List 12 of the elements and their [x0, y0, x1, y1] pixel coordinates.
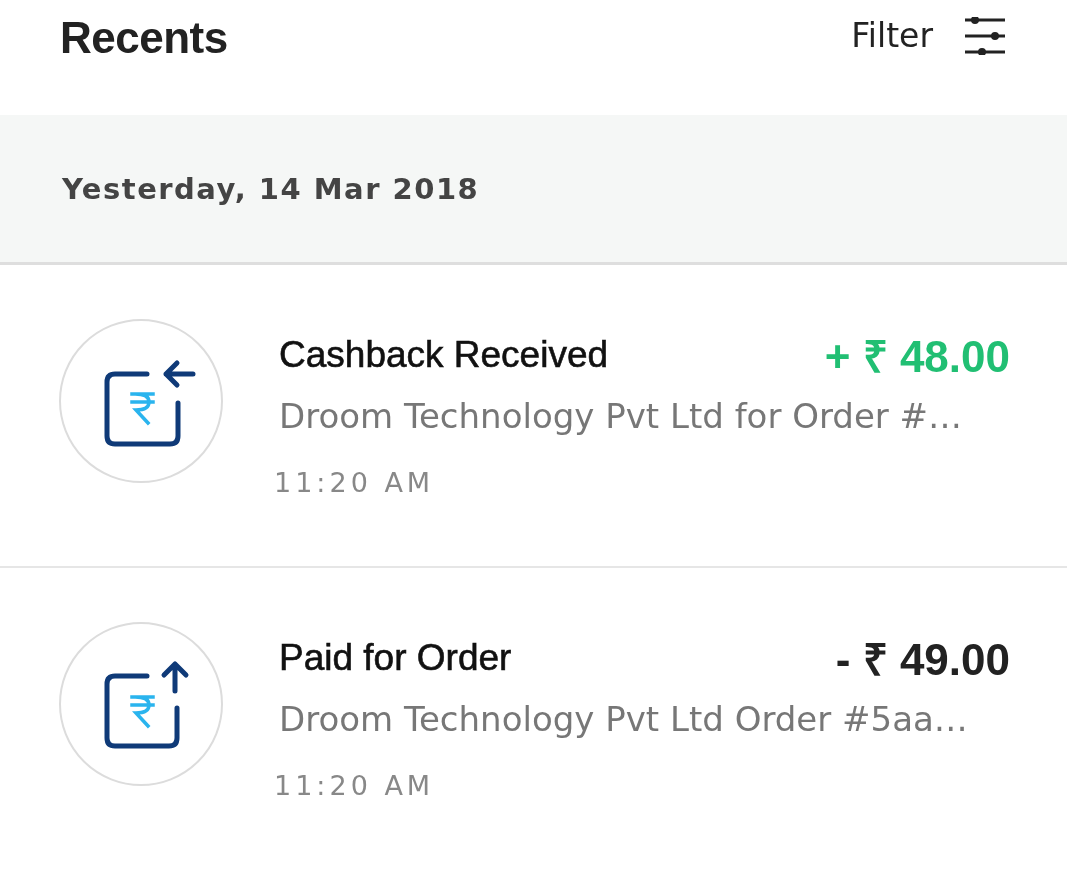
transaction-title: Cashback Received — [279, 333, 609, 377]
transaction-description: Droom Technology Pvt Ltd Order #5aa… — [279, 698, 969, 741]
transaction-description: Droom Technology Pvt Ltd for Order #… — [279, 395, 964, 438]
transaction-title: Paid for Order — [279, 636, 512, 680]
transaction-amount: - ₹ 49.00 — [835, 634, 1010, 686]
transaction-time: 11:20 AM — [274, 769, 436, 803]
filter-sliders-icon — [965, 17, 1005, 55]
transaction-time: 11:20 AM — [274, 466, 436, 500]
filter-button[interactable]: Filter — [851, 14, 1005, 58]
page-title: Recents — [60, 12, 228, 64]
date-heading: Yesterday, 14 Mar 2018 — [62, 170, 480, 208]
transaction-amount: + ₹ 48.00 — [824, 331, 1010, 383]
